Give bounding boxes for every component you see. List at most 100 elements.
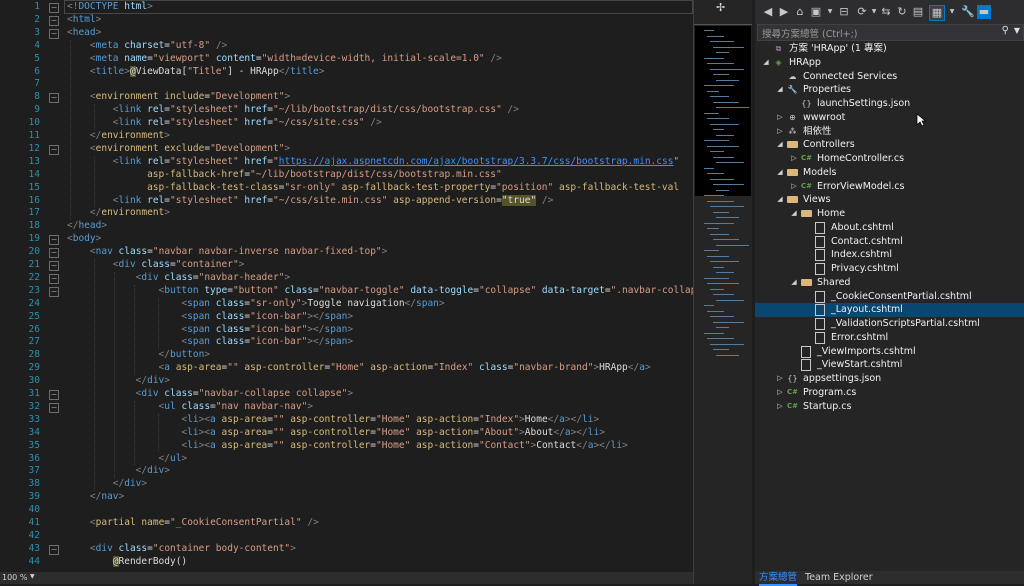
tree-item[interactable]: ⧉ 方案 'HRApp' (1 專案): [755, 42, 1024, 56]
fold-toggle-icon[interactable]: −: [49, 144, 59, 155]
collapse-arrow-icon[interactable]: ◢: [775, 193, 785, 207]
tree-item[interactable]: _CookieConsentPartial.cshtml: [755, 290, 1024, 304]
fold-toggle-icon[interactable]: −: [49, 3, 59, 13]
code-line[interactable]: <!DOCTYPE html>: [67, 1, 153, 14]
code-line[interactable]: asp-fallback-test-class="sr-only" asp-fa…: [67, 182, 679, 195]
preview-selected-icon[interactable]: ▬: [977, 5, 991, 19]
home-icon[interactable]: ⌂: [793, 5, 807, 19]
fold-toggle-icon[interactable]: −: [49, 390, 59, 400]
code-line[interactable]: <span class="icon-bar"></span>: [67, 324, 353, 337]
expand-arrow-icon[interactable]: ▷: [789, 180, 799, 194]
zoom-level[interactable]: 100 %: [2, 573, 27, 582]
code-line[interactable]: </environment>: [67, 130, 170, 143]
expand-arrow-icon[interactable]: ▷: [789, 152, 799, 166]
tree-item[interactable]: ◢ ◈ HRApp: [755, 56, 1024, 70]
code-line[interactable]: <meta charset="utf-8" />: [67, 40, 227, 53]
expand-arrow-icon[interactable]: ▷: [775, 125, 785, 139]
fold-toggle-icon[interactable]: −: [49, 248, 59, 259]
code-line[interactable]: <div class="navbar-header">: [67, 272, 291, 285]
tree-item[interactable]: ▷ C# Program.cs: [755, 386, 1024, 400]
code-line[interactable]: <environment include="Development">: [67, 91, 290, 104]
tree-item[interactable]: ▷ ⁂ 相依性: [755, 125, 1024, 139]
tree-item[interactable]: ◢ Shared: [755, 276, 1024, 290]
code-line[interactable]: <nav class="navbar navbar-inverse navbar…: [67, 246, 388, 259]
code-line[interactable]: @RenderBody(): [67, 555, 187, 569]
code-line[interactable]: </nav>: [67, 491, 124, 504]
expand-arrow-icon[interactable]: ▷: [775, 372, 785, 386]
tree-item[interactable]: ▷ C# ErrorViewModel.cs: [755, 180, 1024, 194]
collapse-arrow-icon[interactable]: ◢: [789, 207, 799, 221]
code-line[interactable]: <li><a asp-area="" asp-controller="Home"…: [67, 427, 605, 440]
code-editor[interactable]: 1−2−3−4 5 6 7 8−9 10 11 12−13 14 15 16 17 18 19−20−21…: [0, 0, 693, 572]
code-line[interactable]: asp-fallback-href="~/lib/bootstrap/dist/…: [67, 169, 502, 182]
fold-toggle-icon[interactable]: −: [49, 273, 59, 284]
fold-toggle-icon[interactable]: −: [49, 15, 59, 26]
code-line[interactable]: <title>@ViewData["Title"] - HRApp</title…: [67, 65, 325, 79]
code-line[interactable]: </div>: [67, 465, 170, 478]
tree-item[interactable]: ▷ C# HomeController.cs: [755, 152, 1024, 166]
tree-item[interactable]: ◢ Views: [755, 193, 1024, 207]
code-line[interactable]: <span class="icon-bar"></span>: [67, 311, 353, 324]
fold-toggle-icon[interactable]: −: [49, 402, 59, 413]
code-line[interactable]: <div class="navbar-collapse collapse">: [67, 388, 353, 401]
code-line[interactable]: </div>: [67, 478, 147, 491]
collapse-all-icon[interactable]: ▤: [911, 5, 925, 19]
code-line[interactable]: <span class="icon-bar"></span>: [67, 336, 353, 349]
refresh-icon[interactable]: ↻: [895, 5, 909, 19]
code-line[interactable]: <link rel="stylesheet" href="https://aja…: [67, 156, 679, 169]
switch-views-dropdown-icon[interactable]: ▼: [823, 5, 837, 19]
code-line[interactable]: </button>: [67, 349, 211, 362]
tree-item[interactable]: _Layout.cshtml: [755, 303, 1024, 317]
code-line[interactable]: <body>: [67, 233, 101, 246]
fold-toggle-icon[interactable]: −: [49, 544, 59, 555]
tree-item[interactable]: ☁ Connected Services: [755, 70, 1024, 84]
fold-toggle-icon[interactable]: −: [49, 93, 59, 104]
tree-item[interactable]: _ViewStart.cshtml: [755, 358, 1024, 372]
fold-toggle-icon[interactable]: −: [49, 286, 59, 297]
collapse-arrow-icon[interactable]: ◢: [775, 166, 785, 180]
collapse-arrow-icon[interactable]: ◢: [775, 83, 785, 97]
search-options-dropdown-icon[interactable]: ▼: [1014, 26, 1020, 35]
collapse-arrow-icon[interactable]: ◢: [775, 138, 785, 152]
tree-item[interactable]: ◢ 🔧 Properties: [755, 83, 1024, 97]
expand-arrow-icon[interactable]: ▷: [775, 400, 785, 414]
code-line[interactable]: <html>: [67, 14, 101, 27]
split-handle-icon[interactable]: ✢: [716, 1, 725, 14]
filter-dropdown-icon[interactable]: ▼: [945, 5, 959, 19]
code-line[interactable]: <button type="button" class="navbar-togg…: [67, 285, 693, 298]
code-line[interactable]: <link rel="stylesheet" href="~/css/site.…: [67, 194, 553, 208]
tree-item[interactable]: _ValidationScriptsPartial.cshtml: [755, 317, 1024, 331]
code-line[interactable]: <environment exclude="Development">: [67, 143, 290, 156]
tree-item[interactable]: Privacy.cshtml: [755, 262, 1024, 276]
collapse-arrow-icon[interactable]: ◢: [789, 276, 799, 290]
show-all-files-icon[interactable]: ▦: [929, 5, 945, 21]
code-line[interactable]: <link rel="stylesheet" href="~/lib/boots…: [67, 104, 519, 117]
search-icon[interactable]: ⚲: [1002, 25, 1009, 36]
switch-views-icon[interactable]: ▣: [809, 5, 823, 19]
code-line[interactable]: </ul>: [67, 453, 188, 466]
tree-item[interactable]: Contact.cshtml: [755, 235, 1024, 249]
zoom-dropdown-icon[interactable]: ▼: [30, 573, 35, 580]
fold-toggle-icon[interactable]: −: [49, 28, 59, 39]
code-line[interactable]: <li><a asp-area="" asp-controller="Home"…: [67, 440, 627, 453]
code-line[interactable]: <head>: [67, 27, 101, 40]
tree-item[interactable]: ◢ Home: [755, 207, 1024, 221]
tree-item[interactable]: Error.cshtml: [755, 331, 1024, 345]
forward-icon[interactable]: ▶: [777, 5, 791, 19]
tree-item[interactable]: ▷ C# Startup.cs: [755, 400, 1024, 414]
fold-toggle-icon[interactable]: −: [49, 261, 59, 271]
sync-icon[interactable]: ⇆: [879, 5, 893, 19]
code-line[interactable]: <li><a asp-area="" asp-controller="Home"…: [67, 414, 599, 427]
code-line[interactable]: </environment>: [67, 207, 170, 220]
tree-item[interactable]: ◢ Models: [755, 166, 1024, 180]
code-line[interactable]: <ul class="nav navbar-nav">: [67, 401, 314, 414]
tree-item[interactable]: {} launchSettings.json: [755, 97, 1024, 111]
tree-item[interactable]: About.cshtml: [755, 221, 1024, 235]
code-line[interactable]: <a asp-area="" asp-controller="Home" asp…: [67, 362, 651, 375]
code-line[interactable]: <div class="container body-content">: [67, 543, 296, 556]
pending-changes-icon[interactable]: ⊟: [837, 5, 851, 19]
tree-item[interactable]: ▷ ⊕ wwwroot: [755, 111, 1024, 125]
code-line[interactable]: <link rel="stylesheet" href="~/css/site.…: [67, 117, 382, 130]
tree-item[interactable]: _ViewImports.cshtml: [755, 345, 1024, 359]
code-line[interactable]: <partial name="_CookieConsentPartial" />: [67, 517, 319, 530]
